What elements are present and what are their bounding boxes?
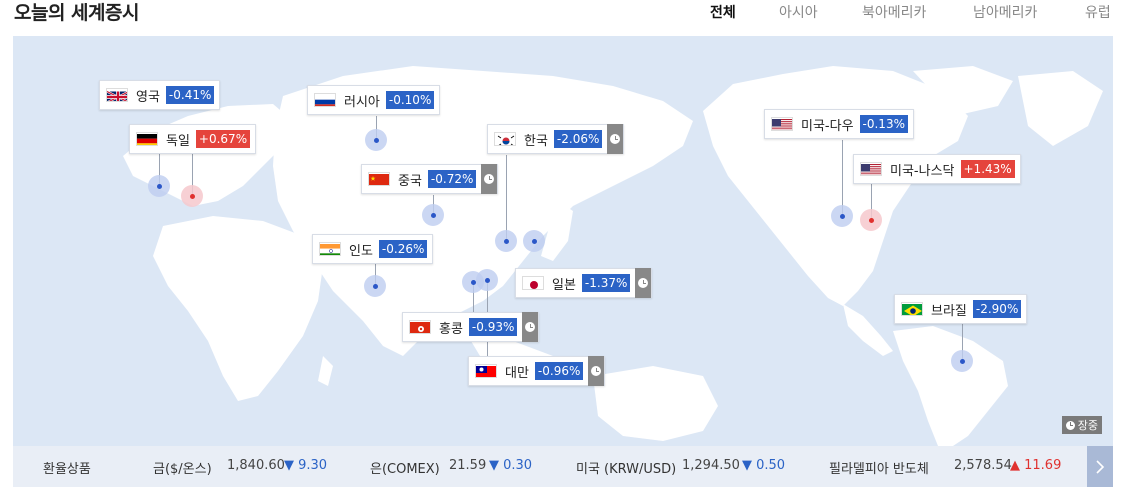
ticker-title: 환율상품	[43, 462, 91, 477]
ticker-item-label[interactable]: 은(COMEX)	[370, 458, 440, 477]
market-name: 홍콩	[439, 321, 463, 337]
commodity-ticker: 환율상품 금($/온스) 1,840.60 ▼ 9.30 은(COMEX) 21…	[13, 446, 1113, 487]
market-name: 러시아	[344, 94, 380, 110]
hongkong-flag-icon	[409, 320, 431, 334]
china-flag-icon	[368, 172, 390, 186]
market-change: +1.43%	[960, 160, 1015, 178]
clock-icon	[1065, 420, 1075, 430]
india-flag-icon	[319, 242, 341, 256]
market-change: -0.13%	[859, 115, 908, 133]
market-name: 브라질	[931, 303, 967, 319]
header: 오늘의 세계증시 전체 아시아 북아메리카 남아메리카 유럽	[0, 0, 1125, 36]
tab-south-america[interactable]: 남아메리카	[973, 2, 1037, 22]
market-dot-brazil[interactable]	[951, 350, 973, 372]
market-card-china[interactable]: 중국 -0.72%	[361, 164, 499, 194]
market-change: -2.90%	[972, 300, 1022, 318]
market-card-dow[interactable]: 미국-다우 -0.13%	[764, 109, 914, 139]
market-card-japan[interactable]: 일본 -1.37%	[515, 268, 653, 298]
market-change: -0.96%	[534, 362, 584, 380]
market-name: 영국	[136, 89, 160, 105]
taiwan-flag-icon	[475, 364, 497, 378]
usa-flag-icon	[771, 117, 793, 131]
market-hours-button[interactable]	[522, 312, 539, 342]
market-change: -0.26%	[378, 240, 428, 258]
market-hours-button[interactable]	[588, 356, 605, 386]
brazil-flag-icon	[901, 302, 923, 316]
tab-asia[interactable]: 아시아	[779, 2, 818, 22]
market-name: 일본	[552, 277, 576, 293]
market-name: 인도	[349, 243, 373, 259]
tab-all[interactable]: 전체	[710, 2, 736, 22]
usa-flag-icon	[860, 162, 882, 176]
market-card-taiwan[interactable]: 대만 -0.96%	[468, 356, 606, 386]
ticker-item-change: ▼ 9.30	[284, 458, 328, 473]
market-change: -0.41%	[165, 86, 215, 104]
clock-icon	[591, 366, 602, 376]
market-dot-uk[interactable]	[148, 175, 170, 197]
ticker-item-change: ▼ 0.30	[489, 458, 533, 473]
chevron-right-icon	[1096, 459, 1105, 474]
japan-flag-icon	[522, 276, 544, 290]
market-change: -1.37%	[581, 274, 631, 292]
market-dot-india[interactable]	[364, 275, 386, 297]
market-name: 대만	[505, 365, 529, 381]
market-change: -0.72%	[427, 170, 477, 188]
market-card-brazil[interactable]: 브라질 -2.90%	[894, 294, 1028, 324]
ticker-item-value: 2,578.54	[954, 458, 1012, 473]
germany-flag-icon	[136, 132, 158, 146]
clock-icon	[484, 174, 495, 184]
ticker-item-label[interactable]: 미국 (KRW/USD)	[576, 458, 676, 477]
ticker-item-change: ▲ 11.69	[1010, 458, 1062, 473]
market-name: 미국-다우	[801, 118, 854, 134]
market-name: 한국	[524, 133, 548, 149]
world-map: 영국 -0.41% 독일 +0.67% 러시아 -0.10% 한국 -2.06%…	[13, 36, 1113, 446]
tab-north-america[interactable]: 북아메리카	[862, 2, 926, 22]
market-card-russia[interactable]: 러시아 -0.10%	[307, 85, 441, 115]
market-dot-china[interactable]	[422, 204, 444, 226]
ticker-item-value: 1,840.60	[227, 458, 285, 473]
market-dot-japan[interactable]	[523, 230, 545, 252]
clock-icon	[525, 322, 536, 332]
market-dot-taiwan[interactable]	[476, 269, 498, 291]
korea-flag-icon	[494, 132, 516, 146]
market-card-germany[interactable]: 독일 +0.67%	[129, 124, 257, 154]
market-hours-button[interactable]	[607, 124, 624, 154]
ticker-item-label[interactable]: 금($/온스)	[153, 458, 212, 477]
market-hours-button[interactable]	[635, 268, 652, 298]
uk-flag-icon	[106, 88, 128, 102]
ticker-next-button[interactable]	[1087, 446, 1113, 487]
market-card-uk[interactable]: 영국 -0.41%	[99, 80, 221, 110]
market-card-hongkong[interactable]: 홍콩 -0.93%	[402, 312, 540, 342]
trading-status-label: 장중	[1077, 419, 1098, 432]
ticker-item-value: 21.59	[449, 458, 487, 473]
market-change: -0.10%	[385, 91, 435, 109]
market-name: 중국	[398, 173, 422, 189]
market-dot-korea[interactable]	[495, 230, 517, 252]
market-dot-germany[interactable]	[181, 185, 203, 207]
market-dot-nasdaq[interactable]	[860, 209, 882, 231]
clock-icon	[610, 134, 621, 144]
market-card-korea[interactable]: 한국 -2.06%	[487, 124, 625, 154]
ticker-item-label[interactable]: 필라델피아 반도체	[829, 458, 929, 477]
market-name: 미국-나스닥	[890, 163, 955, 179]
russia-flag-icon	[314, 93, 336, 107]
trading-status-badge: 장중	[1061, 416, 1102, 434]
region-tabs: 전체 아시아 북아메리카 남아메리카 유럽	[0, 2, 1125, 22]
market-change: -0.93%	[468, 318, 518, 336]
ticker-item-value: 1,294.50	[682, 458, 740, 473]
market-change: +0.67%	[195, 130, 251, 148]
leader-line-korea	[506, 155, 507, 241]
clock-icon	[638, 278, 649, 288]
market-change: -2.06%	[553, 130, 603, 148]
market-name: 독일	[166, 133, 190, 149]
market-card-nasdaq[interactable]: 미국-나스닥 +1.43%	[853, 154, 1021, 184]
ticker-item-change: ▼ 0.50	[742, 458, 786, 473]
market-dot-dow[interactable]	[831, 205, 853, 227]
market-dot-russia[interactable]	[365, 129, 387, 151]
tab-europe[interactable]: 유럽	[1085, 2, 1111, 22]
market-hours-button[interactable]	[481, 164, 498, 194]
market-card-india[interactable]: 인도 -0.26%	[312, 234, 434, 264]
